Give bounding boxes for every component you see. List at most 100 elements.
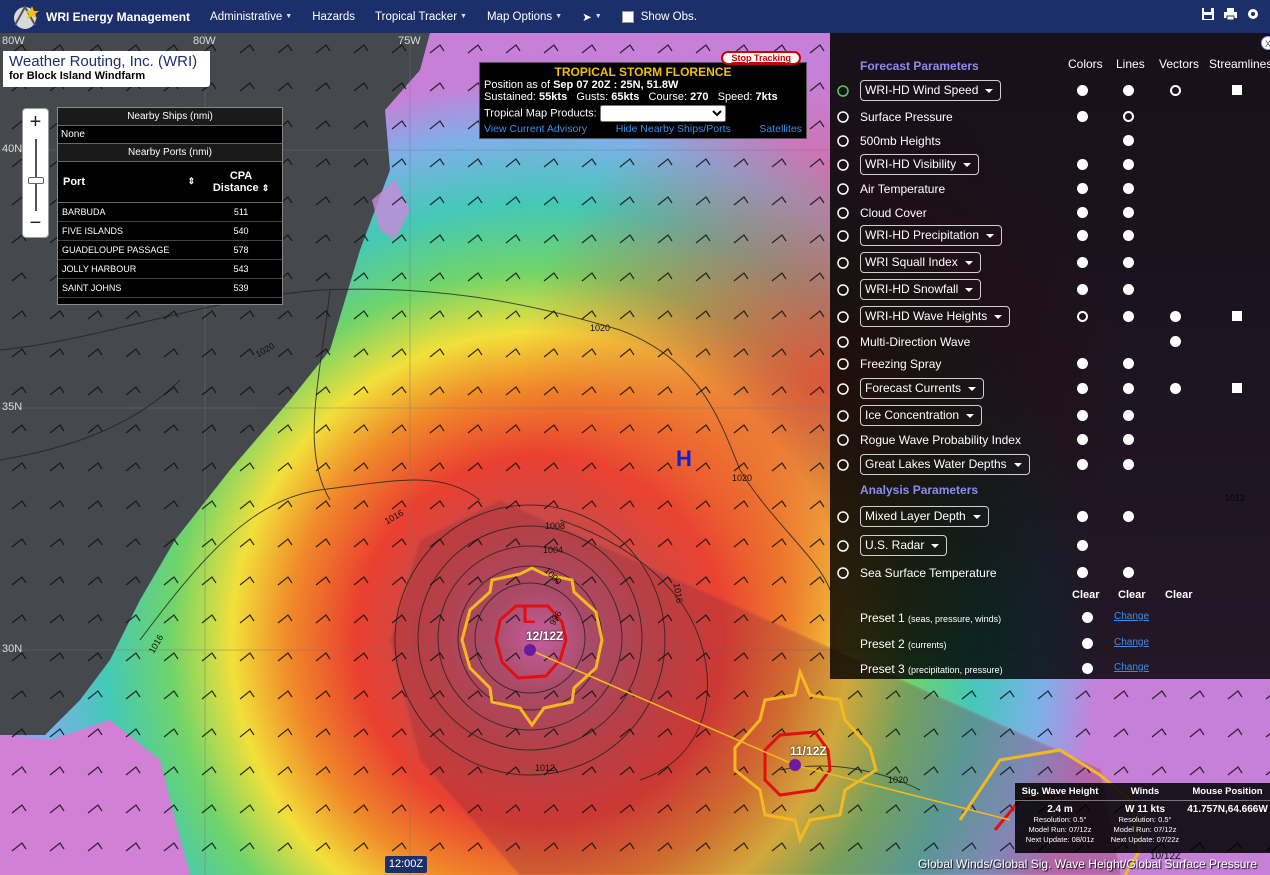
show-obs-toggle[interactable]: Show Obs. bbox=[621, 10, 697, 23]
lines-toggle[interactable] bbox=[1123, 111, 1134, 122]
streamlines-toggle[interactable] bbox=[1232, 85, 1242, 95]
lines-toggle[interactable] bbox=[1123, 159, 1134, 170]
zoom-in-button[interactable]: + bbox=[23, 109, 48, 136]
zoom-slider-track[interactable] bbox=[35, 139, 37, 211]
chevron-down-icon: ▼ bbox=[285, 13, 293, 20]
lines-toggle[interactable] bbox=[1123, 567, 1134, 578]
colors-toggle[interactable] bbox=[1077, 540, 1088, 551]
colors-toggle[interactable] bbox=[1077, 159, 1088, 170]
parameter-select[interactable]: WRI-HD Wave Heights bbox=[860, 306, 1011, 327]
forecast-time-badge[interactable]: 12:00Z bbox=[385, 856, 427, 873]
table-row[interactable]: FIVE ISLANDS 540 bbox=[58, 221, 282, 241]
streamlines-toggle[interactable] bbox=[1232, 383, 1242, 393]
vectors-toggle[interactable] bbox=[1170, 383, 1181, 394]
colors-toggle[interactable] bbox=[1077, 183, 1088, 194]
zoom-slider-handle[interactable] bbox=[28, 177, 44, 184]
colors-toggle[interactable] bbox=[1077, 207, 1088, 218]
lines-toggle[interactable] bbox=[1123, 410, 1134, 421]
parameter-select[interactable]: WRI-HD Snowfall bbox=[860, 279, 982, 300]
table-row[interactable]: BARBUDA 511 bbox=[58, 202, 282, 222]
preset-change-link[interactable]: Change bbox=[1114, 662, 1149, 673]
print-icon[interactable] bbox=[1223, 7, 1238, 21]
colors-toggle[interactable] bbox=[1077, 311, 1088, 322]
vectors-toggle[interactable] bbox=[1170, 311, 1181, 322]
close-panel-button[interactable]: X bbox=[1261, 36, 1270, 50]
colors-toggle[interactable] bbox=[1077, 257, 1088, 268]
lines-toggle[interactable] bbox=[1123, 383, 1134, 394]
clear-vectors-button[interactable]: Clear bbox=[1165, 589, 1193, 601]
colors-toggle[interactable] bbox=[1077, 230, 1088, 241]
preset-radio[interactable] bbox=[1082, 612, 1093, 623]
preset-radio[interactable] bbox=[1082, 663, 1093, 674]
lines-toggle[interactable] bbox=[1123, 257, 1134, 268]
colors-toggle[interactable] bbox=[1077, 459, 1088, 470]
preset-change-link[interactable]: Change bbox=[1114, 611, 1149, 622]
preset-change-link[interactable]: Change bbox=[1114, 637, 1149, 648]
colors-toggle[interactable] bbox=[1077, 567, 1088, 578]
settings-icon[interactable] bbox=[1246, 7, 1260, 21]
app-brand[interactable]: WRI Energy Management bbox=[46, 10, 190, 24]
lines-toggle[interactable] bbox=[1123, 207, 1134, 218]
sort-icon[interactable]: ⇕ bbox=[188, 176, 196, 187]
lines-toggle[interactable] bbox=[1123, 183, 1134, 194]
parameter-select[interactable]: Mixed Layer Depth bbox=[860, 506, 989, 527]
colors-toggle[interactable] bbox=[1077, 284, 1088, 295]
parameter-select[interactable]: Forecast Currents bbox=[860, 378, 985, 399]
hide-nearby-link[interactable]: Hide Nearby Ships/Ports bbox=[616, 123, 731, 135]
menu-administrative[interactable]: Administrative ▼ bbox=[210, 11, 292, 23]
zoom-out-button[interactable]: − bbox=[23, 210, 48, 237]
latitude-label: 35N bbox=[2, 401, 23, 413]
streamlines-toggle[interactable] bbox=[1232, 311, 1242, 321]
table-row[interactable]: GUADELOUPE PASSAGE 578 bbox=[58, 240, 282, 260]
table-row[interactable]: SAINT JOHNS 539 bbox=[58, 278, 282, 298]
sort-icon[interactable]: ⇕ bbox=[262, 183, 270, 193]
colors-toggle[interactable] bbox=[1077, 111, 1088, 122]
view-advisory-link[interactable]: View Current Advisory bbox=[484, 123, 587, 135]
lines-toggle[interactable] bbox=[1123, 230, 1134, 241]
parameter-select[interactable]: WRI-HD Precipitation bbox=[860, 225, 1003, 246]
lines-toggle[interactable] bbox=[1123, 434, 1134, 445]
lines-toggle[interactable] bbox=[1123, 358, 1134, 369]
vectors-toggle[interactable] bbox=[1170, 85, 1181, 96]
lines-toggle[interactable] bbox=[1123, 135, 1134, 146]
clear-lines-button[interactable]: Clear bbox=[1118, 589, 1146, 601]
parameter-select[interactable]: U.S. Radar bbox=[860, 535, 948, 556]
vectors-toggle[interactable] bbox=[1170, 336, 1181, 347]
colors-toggle[interactable] bbox=[1077, 383, 1088, 394]
table-row[interactable]: JOLLY HARBOUR 543 bbox=[58, 259, 282, 279]
clear-colors-button[interactable]: Clear bbox=[1072, 589, 1100, 601]
menu-label: Tropical Tracker bbox=[375, 10, 458, 23]
lines-toggle[interactable] bbox=[1123, 459, 1134, 470]
save-icon[interactable] bbox=[1201, 7, 1215, 21]
lines-toggle[interactable] bbox=[1123, 85, 1134, 96]
colors-toggle[interactable] bbox=[1077, 511, 1088, 522]
tropical-products-select[interactable] bbox=[599, 105, 726, 122]
parameter-label: Sea Surface Temperature bbox=[860, 566, 997, 580]
data-readout: Sig. Wave Height 2.4 m Resolution: 0.5° … bbox=[1015, 783, 1270, 853]
col-port-header[interactable]: Port ⇕ bbox=[58, 162, 201, 203]
menu-map-options[interactable]: Map Options ▼ bbox=[487, 11, 562, 23]
colors-toggle[interactable] bbox=[1077, 85, 1088, 96]
parameter-select[interactable]: Great Lakes Water Depths bbox=[860, 454, 1030, 475]
wind-resolution: Resolution: 0.5° bbox=[1118, 815, 1172, 824]
parameter-select[interactable]: WRI-HD Wind Speed bbox=[860, 80, 1002, 101]
wri-logo-icon[interactable] bbox=[8, 2, 42, 32]
colors-toggle[interactable] bbox=[1077, 410, 1088, 421]
col-cpa-header[interactable]: CPA Distance ⇕ bbox=[200, 162, 282, 203]
lines-toggle[interactable] bbox=[1123, 311, 1134, 322]
preset-radio[interactable] bbox=[1082, 638, 1093, 649]
colors-toggle[interactable] bbox=[1077, 358, 1088, 369]
lines-toggle[interactable] bbox=[1123, 284, 1134, 295]
lines-toggle[interactable] bbox=[1123, 511, 1134, 522]
satellites-link[interactable]: Satellites bbox=[759, 123, 802, 135]
show-obs-checkbox[interactable] bbox=[621, 10, 634, 23]
menu-navigation[interactable]: ➤ ▼ bbox=[582, 10, 602, 24]
parameter-select[interactable]: WRI Squall Index bbox=[860, 252, 981, 273]
stop-tracking-button[interactable]: Stop Tracking bbox=[721, 51, 801, 65]
menu-tropical-tracker[interactable]: Tropical Tracker ▼ bbox=[375, 11, 467, 23]
parameter-select[interactable]: WRI-HD Visibility bbox=[860, 154, 980, 175]
menu-hazards[interactable]: Hazards bbox=[312, 11, 355, 23]
chevron-down-icon: ▼ bbox=[460, 13, 467, 20]
colors-toggle[interactable] bbox=[1077, 434, 1088, 445]
parameter-select[interactable]: Ice Concentration bbox=[860, 405, 983, 426]
